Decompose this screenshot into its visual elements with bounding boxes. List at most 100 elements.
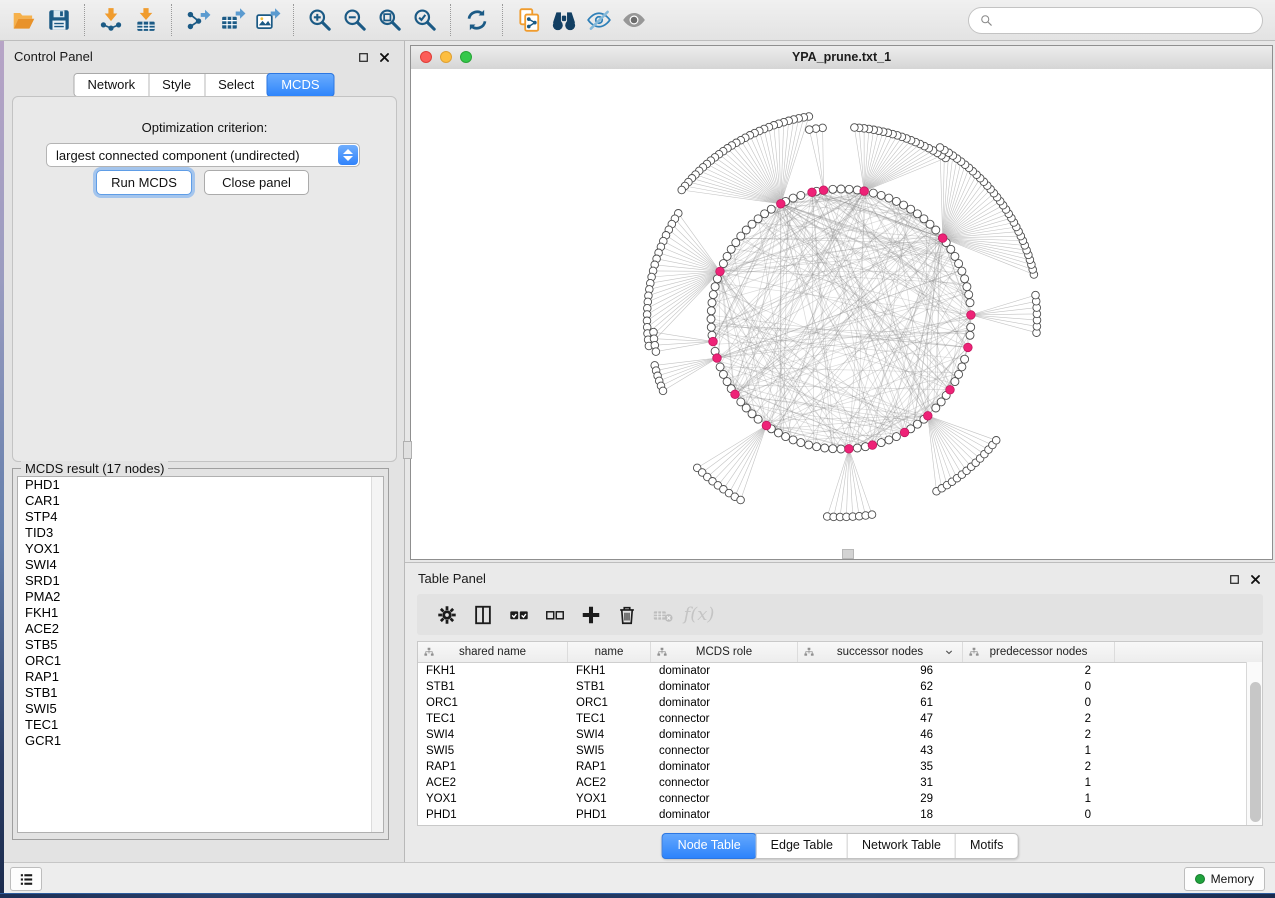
mcds-result-item[interactable]: STB5 xyxy=(18,637,383,653)
search-box[interactable] xyxy=(968,7,1263,34)
table-row[interactable]: SWI5SWI5connector431 xyxy=(418,743,1262,759)
mcds-result-item[interactable]: SWI5 xyxy=(18,701,383,717)
cell: 2 xyxy=(963,729,1115,741)
table-row[interactable]: ORC1ORC1dominator610 xyxy=(418,695,1262,711)
show-all-icon[interactable] xyxy=(618,5,649,36)
delete-column-icon[interactable] xyxy=(609,600,645,630)
settings-icon[interactable] xyxy=(429,600,465,630)
cell: SWI4 xyxy=(418,729,568,741)
mcds-result-item[interactable]: PHD1 xyxy=(18,477,383,493)
mcds-result-item[interactable]: PMA2 xyxy=(18,589,383,605)
mcds-result-item[interactable]: SWI4 xyxy=(18,557,383,573)
mcds-result-item[interactable]: RAP1 xyxy=(18,669,383,685)
open-session-icon[interactable] xyxy=(8,5,39,36)
mcds-result-item[interactable]: TEC1 xyxy=(18,717,383,733)
column-header-predecessor-nodes[interactable]: predecessor nodes xyxy=(963,642,1115,662)
table-panel-title: Table Panel xyxy=(418,571,486,586)
mcds-result-item[interactable]: STB1 xyxy=(18,685,383,701)
network-canvas[interactable] xyxy=(411,69,1272,559)
cell: connector xyxy=(651,713,798,725)
mcds-result-item[interactable]: ORC1 xyxy=(18,653,383,669)
window-minimize-icon[interactable] xyxy=(440,51,452,63)
tab-node-table[interactable]: Node Table xyxy=(662,833,757,859)
delete-table-icon xyxy=(645,600,681,630)
column-header-name[interactable]: name xyxy=(568,642,651,662)
column-header-shared-name[interactable]: shared name xyxy=(418,642,568,662)
select-all-icon[interactable] xyxy=(501,600,537,630)
table-row[interactable]: TEC1TEC1connector472 xyxy=(418,711,1262,727)
zoom-selected-icon[interactable] xyxy=(409,5,440,36)
clone-network-icon[interactable] xyxy=(513,5,544,36)
tab-motifs[interactable]: Motifs xyxy=(955,834,1017,858)
import-table-icon[interactable] xyxy=(130,5,161,36)
column-header-mcds-role[interactable]: MCDS role xyxy=(651,642,798,662)
tab-network-table[interactable]: Network Table xyxy=(847,834,955,858)
refresh-icon[interactable] xyxy=(461,5,492,36)
first-neighbors-icon[interactable] xyxy=(548,5,579,36)
window-close-icon[interactable] xyxy=(420,51,432,63)
desktop-wallpaper-bottom xyxy=(0,893,1275,898)
tab-network[interactable]: Network xyxy=(74,74,148,96)
mcds-result-item[interactable]: SRD1 xyxy=(18,573,383,589)
deselect-all-icon[interactable] xyxy=(537,600,573,630)
export-network-icon[interactable] xyxy=(182,5,213,36)
optimization-criterion-select[interactable]: largest connected component (undirected) xyxy=(46,143,360,167)
window-zoom-icon[interactable] xyxy=(460,51,472,63)
search-icon xyxy=(979,13,994,28)
zoom-in-icon[interactable] xyxy=(304,5,335,36)
cell: SWI4 xyxy=(568,729,651,741)
table-scrollbar-thumb[interactable] xyxy=(1250,682,1261,822)
table-row[interactable]: FKH1FKH1dominator962 xyxy=(418,663,1262,679)
float-table-panel-icon[interactable] xyxy=(1228,573,1242,587)
network-graph[interactable] xyxy=(411,69,1272,559)
close-table-panel-icon[interactable] xyxy=(1249,573,1263,587)
network-view-window: YPA_prune.txt_1 xyxy=(410,45,1273,560)
table-row[interactable]: SWI4SWI4dominator462 xyxy=(418,727,1262,743)
import-network-icon[interactable] xyxy=(95,5,126,36)
table-row[interactable]: STB1STB1dominator620 xyxy=(418,679,1262,695)
mcds-result-item[interactable]: GCR1 xyxy=(18,733,383,749)
tab-select[interactable]: Select xyxy=(204,74,267,96)
function-builder-icon: f(x) xyxy=(681,600,717,630)
splitter-handle[interactable] xyxy=(403,441,412,459)
mcds-result-item[interactable]: TID3 xyxy=(18,525,383,541)
save-session-icon[interactable] xyxy=(43,5,74,36)
tab-style[interactable]: Style xyxy=(148,74,204,96)
close-panel-button[interactable]: Close panel xyxy=(204,170,309,195)
list-scrollbar-track[interactable] xyxy=(371,477,383,832)
export-image-icon[interactable] xyxy=(252,5,283,36)
table-row[interactable]: ACE2ACE2connector311 xyxy=(418,775,1262,791)
tab-mcds[interactable]: MCDS xyxy=(266,73,334,97)
mcds-result-item[interactable]: YOX1 xyxy=(18,541,383,557)
sort-chevron-icon[interactable] xyxy=(944,647,954,657)
canvas-scroll-thumb[interactable] xyxy=(842,549,854,559)
cell: dominator xyxy=(651,809,798,821)
column-header-successor-nodes[interactable]: successor nodes xyxy=(798,642,963,662)
zoom-fit-icon[interactable] xyxy=(374,5,405,36)
mcds-result-item[interactable]: CAR1 xyxy=(18,493,383,509)
hide-selected-icon[interactable] xyxy=(583,5,614,36)
mcds-result-item[interactable]: STP4 xyxy=(18,509,383,525)
close-panel-icon[interactable] xyxy=(378,51,392,65)
table-row[interactable]: PHD1PHD1dominator180 xyxy=(418,807,1262,823)
search-input[interactable] xyxy=(1000,12,1252,29)
mcds-result-list[interactable]: PHD1CAR1STP4TID3YOX1SWI4SRD1PMA2FKH1ACE2… xyxy=(17,476,384,833)
cell: 62 xyxy=(798,681,963,693)
table-row[interactable]: YOX1YOX1connector291 xyxy=(418,791,1262,807)
table-scrollbar[interactable] xyxy=(1246,662,1262,825)
column-label: MCDS role xyxy=(696,646,752,658)
network-window-titlebar[interactable]: YPA_prune.txt_1 xyxy=(411,46,1272,70)
float-panel-icon[interactable] xyxy=(357,51,371,65)
task-history-button[interactable] xyxy=(10,867,42,891)
split-panel-icon[interactable] xyxy=(465,600,501,630)
status-bar: Memory xyxy=(0,862,1275,893)
tab-edge-table[interactable]: Edge Table xyxy=(756,834,847,858)
mcds-result-item[interactable]: FKH1 xyxy=(18,605,383,621)
add-column-icon[interactable] xyxy=(573,600,609,630)
export-table-icon[interactable] xyxy=(217,5,248,36)
memory-button[interactable]: Memory xyxy=(1184,867,1265,891)
mcds-result-item[interactable]: ACE2 xyxy=(18,621,383,637)
table-row[interactable]: RAP1RAP1dominator352 xyxy=(418,759,1262,775)
run-mcds-button[interactable]: Run MCDS xyxy=(96,170,192,195)
zoom-out-icon[interactable] xyxy=(339,5,370,36)
